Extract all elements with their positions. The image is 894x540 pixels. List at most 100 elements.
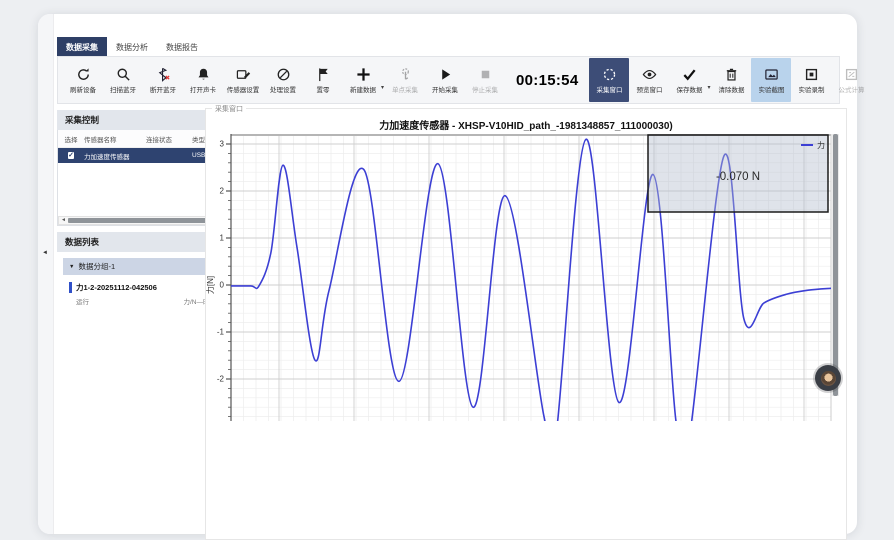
trash-icon — [724, 67, 739, 82]
main-toolbar: 刷新设备 扫描蓝牙 断开蓝牙 打开声卡 传感器设置 处理设置 置零 — [57, 56, 840, 104]
button-label: 预览窗口 — [636, 84, 662, 94]
eye-icon — [642, 67, 657, 82]
save-data-button[interactable]: 保存数据 — [669, 65, 709, 96]
open-soundcard-button[interactable]: 打开声卡 — [183, 65, 223, 96]
tab-data-acquisition[interactable]: 数据采集 — [57, 37, 107, 58]
col-sensor-name: 传感器名称 — [84, 134, 146, 144]
button-label: 刷新设备 — [70, 84, 96, 94]
experiment-record-button[interactable]: 实验录制 — [791, 65, 831, 96]
chart-title: 力加速度传感器 - XHSP-V10HID_path_-1981348857_1… — [206, 117, 846, 132]
button-label: 公式计算 — [838, 84, 864, 94]
experiment-screenshot-button[interactable]: 实验截图 — [751, 58, 791, 102]
item-accent-bar — [69, 282, 72, 293]
col-select: 选择 — [58, 134, 84, 144]
bluetooth-disconnect-icon — [156, 67, 171, 82]
button-label: 单点采集 — [392, 84, 418, 94]
collapse-arrow-icon[interactable]: ◄ — [42, 250, 48, 256]
sidebar-collapse-strip[interactable]: ◄ — [38, 14, 54, 534]
sensor-table-header: 选择 传感器名称 连接状态 类型 — [58, 130, 224, 148]
single-point-icon — [398, 67, 413, 82]
preview-window-button[interactable]: 预览窗口 — [629, 65, 669, 96]
button-label: 传感器设置 — [227, 84, 260, 94]
horizontal-scrollbar[interactable]: ◄ ► — [58, 216, 224, 225]
sensor-settings-icon — [236, 67, 251, 82]
tare-zero-button[interactable]: 置零 — [303, 65, 343, 96]
acquisition-timer: 00:15:54 — [516, 72, 578, 89]
sensor-settings-button[interactable]: 传感器设置 — [223, 65, 263, 96]
item-status: 运行 — [76, 296, 89, 306]
scroll-left-arrow-icon[interactable]: ◄ — [59, 218, 68, 223]
svg-text:-1: -1 — [217, 328, 225, 337]
group-label: 数据分组-1 — [78, 261, 115, 272]
button-label: 采集窗口 — [596, 84, 622, 94]
stop-acquisition-button[interactable]: 停止采集 — [465, 65, 505, 96]
new-data-button[interactable]: 新建数据 — [343, 65, 383, 96]
assistant-avatar-button[interactable] — [815, 365, 841, 391]
selection-box[interactable]: -0.070 N — [648, 135, 828, 212]
vertical-scrollbar[interactable] — [832, 134, 839, 396]
search-icon — [116, 67, 131, 82]
disconnect-bluetooth-button[interactable]: 断开蓝牙 — [143, 65, 183, 96]
stop-icon — [478, 67, 493, 82]
scrollbar-thumb[interactable] — [833, 134, 838, 396]
button-label: 清除数据 — [718, 84, 744, 94]
process-settings-button[interactable]: 处理设置 — [263, 65, 303, 96]
scrollbar-thumb[interactable] — [68, 218, 214, 223]
data-tree: ▼ 数据分组-1 力1-2-20251112-042506 ⋮ 运行 力/N—时… — [57, 252, 225, 315]
formula-calc-button[interactable]: 公式计算 — [831, 65, 871, 96]
button-label: 新建数据 — [350, 84, 376, 94]
scan-bluetooth-button[interactable]: 扫描蓝牙 — [103, 65, 143, 96]
play-icon — [438, 67, 453, 82]
col-connection-status: 连接状态 — [146, 134, 192, 144]
sensor-list-area — [58, 163, 224, 216]
button-label: 保存数据 — [676, 84, 702, 94]
svg-text:1: 1 — [220, 234, 225, 243]
refresh-icon — [76, 67, 91, 82]
sound-card-bell-icon — [196, 67, 211, 82]
svg-text:3: 3 — [220, 140, 225, 149]
check-icon — [682, 67, 697, 82]
sensor-table: 选择 传感器名称 连接状态 类型 ✓ 力加速度传感器 USB ◄ ► — [57, 130, 225, 226]
button-label: 实验录制 — [798, 84, 824, 94]
refresh-device-button[interactable]: 刷新设备 — [63, 65, 103, 96]
button-label: 停止采集 — [472, 84, 498, 94]
new-data-dropdown-caret[interactable]: ▾ — [381, 84, 384, 91]
acq-control-panel-header: 采集控制 — [57, 110, 225, 130]
svg-text:0: 0 — [220, 281, 225, 290]
button-label: 断开蓝牙 — [150, 84, 176, 94]
group-caret-icon[interactable]: ▼ — [69, 264, 74, 270]
data-group-row[interactable]: ▼ 数据分组-1 — [63, 258, 221, 275]
save-data-dropdown-caret[interactable]: ▾ — [707, 84, 710, 91]
start-acquisition-button[interactable]: 开始采集 — [425, 65, 465, 96]
left-sidebar: 采集控制 选择 传感器名称 连接状态 类型 ✓ 力加速度传感器 USB ◄ ► … — [57, 110, 225, 315]
tab-data-analysis[interactable]: 数据分析 — [107, 37, 157, 58]
screenshot-icon — [764, 67, 779, 82]
sensor-checkbox[interactable]: ✓ — [68, 152, 74, 159]
sensor-row[interactable]: ✓ 力加速度传感器 USB — [58, 148, 224, 163]
button-label: 开始采集 — [432, 84, 458, 94]
svg-text:力: 力 — [817, 140, 825, 150]
app-window: ◄ 数据采集 数据分析 数据报告 刷新设备 扫描蓝牙 断开蓝牙 打开声卡 传感器… — [38, 14, 857, 534]
add-data-icon — [356, 67, 371, 82]
item-title: 力1-2-20251112-042506 — [76, 282, 210, 293]
process-settings-icon — [276, 67, 291, 82]
single-point-acq-button[interactable]: 单点采集 — [385, 65, 425, 96]
main-tabbar: 数据采集 数据分析 数据报告 — [57, 37, 207, 58]
button-label: 实验截图 — [758, 84, 784, 94]
button-label: 打开声卡 — [190, 84, 216, 94]
clear-data-button[interactable]: 清除数据 — [711, 65, 751, 96]
button-label: 置零 — [317, 84, 330, 94]
record-frame-icon — [804, 67, 819, 82]
acquisition-window-button[interactable]: 采集窗口 — [589, 58, 629, 102]
sensor-name: 力加速度传感器 — [84, 151, 146, 161]
data-item[interactable]: 力1-2-20251112-042506 ⋮ 运行 力/N—时间/s — [67, 281, 223, 307]
chart-panel-caption: 采集窗口 — [212, 104, 246, 114]
y-axis-label: 力[N] — [206, 276, 215, 294]
annotation-value-label: -0.070 N — [716, 171, 760, 183]
force-chart: 3210-1-2力[N]-0.070 N力 — [206, 134, 838, 423]
y-axis: 3210-1-2力[N] — [206, 134, 231, 421]
dashed-circle-icon — [602, 67, 617, 82]
button-label: 处理设置 — [270, 84, 296, 94]
svg-text:2: 2 — [220, 187, 225, 196]
tab-data-report[interactable]: 数据报告 — [157, 37, 207, 58]
